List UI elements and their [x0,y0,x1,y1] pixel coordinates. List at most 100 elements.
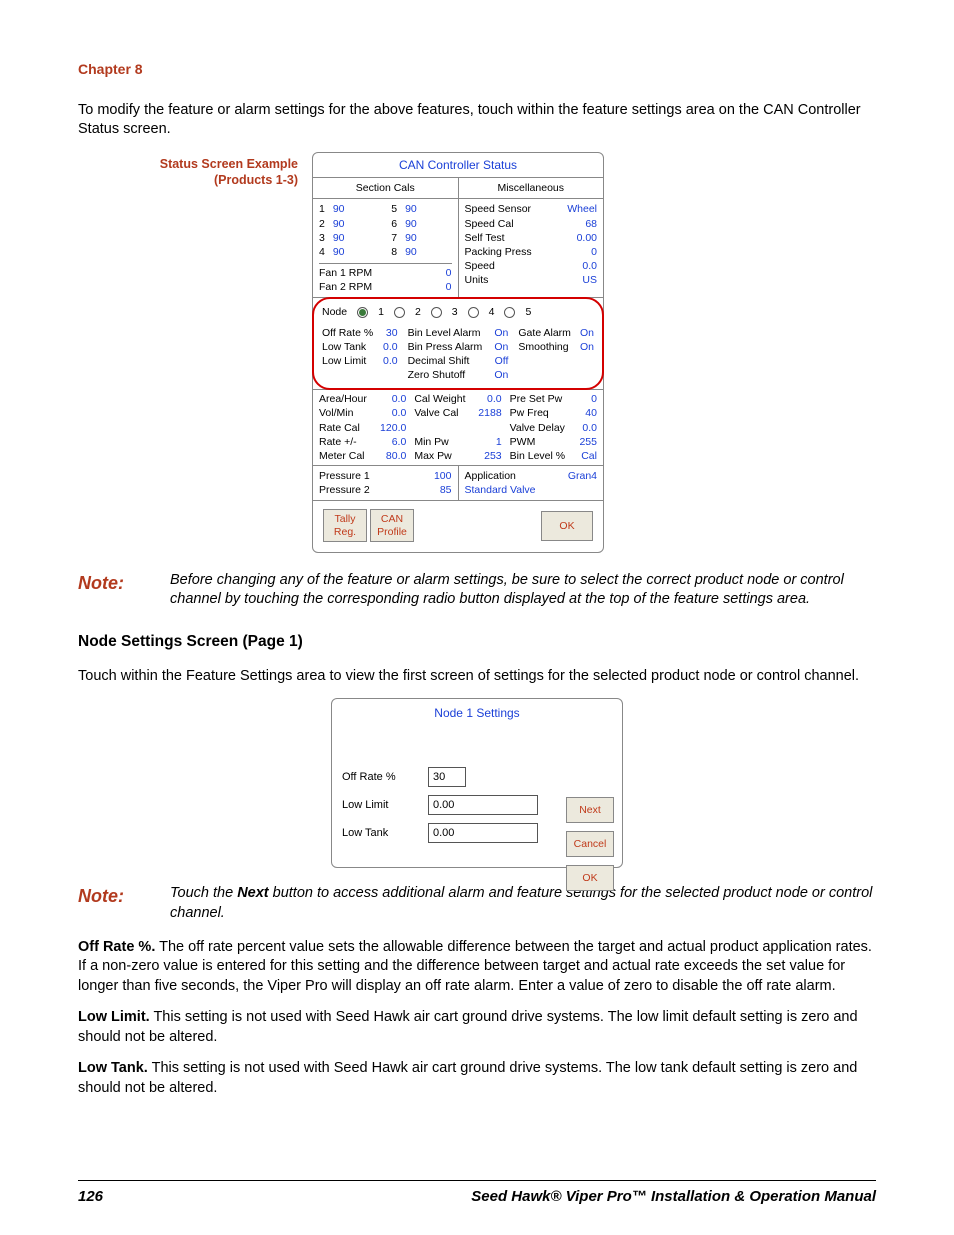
footer-title: Seed Hawk® Viper Pro™ Installation & Ope… [471,1187,876,1207]
kv-lbl: Bin Level % [510,449,565,463]
intro-paragraph: To modify the feature or alarm settings … [78,101,876,140]
off-rate-body: The off rate percent value sets the allo… [78,939,872,994]
sc: 3 [319,231,325,245]
btn-l2: Profile [377,526,407,538]
node-radio-row: Node 1 2 3 4 5 [322,305,594,319]
low-limit-field[interactable]: 0.00 [428,795,538,815]
tally-reg-button[interactable]: Tally Reg. [323,509,367,541]
m-val: Wheel [567,202,597,216]
node1-title: Node 1 Settings [332,699,622,763]
m-val: 0.0 [582,259,597,273]
note2-post: button to access additional alarm and fe… [170,885,872,921]
kv-val: 80.0 [386,449,406,463]
low-limit-paragraph: Low Limit. This setting is not used with… [78,1008,876,1047]
sc-v: 90 [405,245,417,259]
sc: 7 [391,231,397,245]
footer-page-number: 126 [78,1187,103,1207]
node-num: 3 [452,305,458,319]
kv-val: On [494,326,508,340]
kv-lbl: Rate +/- [319,435,357,449]
low-limit-label: Low Limit [342,798,420,813]
kv-lbl: Pw Freq [510,406,549,420]
feature-settings-area[interactable]: Node 1 2 3 4 5 Off Rate %30 Low Tank0.0 … [312,297,604,390]
valve-type: Standard Valve [465,483,598,497]
press2-val: 85 [440,483,452,497]
kv-lbl: Valve Delay [510,421,565,435]
kv-lbl: Rate Cal [319,421,360,435]
node-radio-4[interactable] [468,307,479,318]
kv-lbl: Max Pw [414,449,451,463]
kv-val: 0.0 [487,392,502,406]
kv-lbl: PWM [510,435,536,449]
node-num: 1 [378,305,384,319]
next-button[interactable]: Next [566,797,614,823]
kv-lbl: Cal Weight [414,392,465,406]
m-lbl: Speed Sensor [465,202,532,216]
sc: 6 [391,217,397,231]
press1-lbl: Pressure 1 [319,469,370,483]
page-footer: 126 Seed Hawk® Viper Pro™ Installation &… [78,1180,876,1207]
ok-button[interactable]: OK [541,511,593,541]
node-radio-3[interactable] [431,307,442,318]
node1-settings-panel[interactable]: Node 1 Settings Off Rate % 30 Low Limit … [331,698,623,868]
kv-val: 0.0 [582,421,597,435]
can-title: CAN Controller Status [313,153,603,178]
note-label: Note: [78,571,146,595]
kv-lbl: Meter Cal [319,449,365,463]
low-tank-field[interactable]: 0.00 [428,823,538,843]
kv-val: On [494,368,508,382]
low-tank-label: Low Tank [342,826,420,841]
kv-val: On [494,340,508,354]
cancel-button[interactable]: Cancel [566,831,614,857]
kv-lbl: Gate Alarm [518,326,571,340]
kv-val: 30 [386,326,398,340]
note2-text: Touch the Next button to access addition… [170,884,876,923]
kv-val: 0.0 [383,354,398,368]
node-radio-1[interactable] [357,307,368,318]
off-rate-paragraph: Off Rate %. The off rate percent value s… [78,938,876,997]
fan1-lbl: Fan 1 RPM [319,266,372,280]
sc-v: 90 [405,202,417,216]
kv-val: 1 [496,435,502,449]
misc-body: Speed SensorWheel Speed Cal68 Self Test0… [458,199,604,297]
kv-val: 120.0 [380,421,406,435]
fan2-lbl: Fan 2 RPM [319,280,372,294]
figure1-wrap: Status Screen Example (Products 1-3) CAN… [138,152,876,553]
kv-val: 0.0 [392,406,407,420]
kv-val: 253 [484,449,502,463]
section-cals-body: 190 290 390 490 590 690 790 890 [313,199,458,297]
kv-val: 255 [579,435,597,449]
figure1-caption-l2: (Products 1-3) [214,173,298,187]
figure1-caption-l1: Status Screen Example [160,157,298,171]
sc-v: 90 [333,217,345,231]
sc-v: 90 [333,245,345,259]
sc: 8 [391,245,397,259]
node-num: 2 [415,305,421,319]
sc-v: 90 [333,231,345,245]
section-intro: Touch within the Feature Settings area t… [78,667,876,687]
node-radio-2[interactable] [394,307,405,318]
note2-pre: Touch the [170,885,237,901]
kv-val: 2188 [478,406,501,420]
kv-lbl: Zero Shutoff [408,368,466,382]
m-val: 0 [591,245,597,259]
off-rate-field[interactable]: 30 [428,767,466,787]
ok-button-2[interactable]: OK [566,865,614,891]
node-label: Node [322,305,347,319]
btn-l1: Tally [334,513,355,525]
can-status-panel[interactable]: CAN Controller Status Section Cals Misce… [312,152,604,553]
section-cals-head: Section Cals [313,178,458,198]
kv-lbl: Vol/Min [319,406,353,420]
kv-lbl: Valve Cal [414,406,458,420]
can-body-row: 190 290 390 490 590 690 790 890 [313,199,603,298]
fan1-val: 0 [446,266,452,280]
low-tank-paragraph: Low Tank. This setting is not used with … [78,1059,876,1098]
can-profile-button[interactable]: CAN Profile [370,509,414,541]
low-tank-heading: Low Tank. [78,1060,148,1076]
node-radio-5[interactable] [504,307,515,318]
kv-lbl: Bin Level Alarm [408,326,481,340]
kv-val: 0.0 [392,392,407,406]
m-val: 0.00 [577,231,597,245]
low-limit-body: This setting is not used with Seed Hawk … [78,1009,858,1045]
kv-lbl: Low Tank [322,340,366,354]
